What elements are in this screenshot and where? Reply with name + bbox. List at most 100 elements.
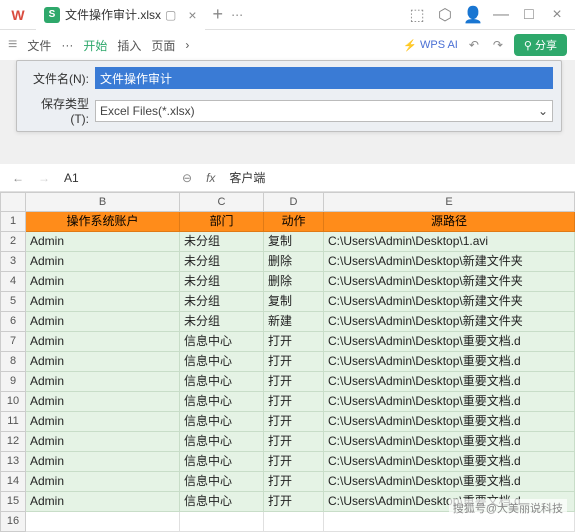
cell-account[interactable]: Admin xyxy=(26,272,180,292)
new-tab-button[interactable]: + xyxy=(213,4,224,25)
cell-dept[interactable]: 信息中心 xyxy=(180,492,264,512)
cube-icon[interactable]: ⬡ xyxy=(437,7,453,23)
row-number[interactable]: 13 xyxy=(0,452,26,472)
document-tab[interactable]: S 文件操作审计.xlsx ▢ × xyxy=(36,0,205,30)
cell-action[interactable]: 打开 xyxy=(264,372,324,392)
cell-dept[interactable]: 信息中心 xyxy=(180,472,264,492)
window-icon[interactable]: ⬚ xyxy=(409,7,425,23)
header-cell[interactable]: 部门 xyxy=(180,212,264,232)
cell-action[interactable]: 复制 xyxy=(264,292,324,312)
header-cell[interactable]: 源路径 xyxy=(324,212,575,232)
cell-path[interactable]: C:\Users\Admin\Desktop\重要文档.d xyxy=(324,392,575,412)
cell-dept[interactable]: 信息中心 xyxy=(180,332,264,352)
filetype-select[interactable]: Excel Files(*.xlsx) ⌄ xyxy=(95,100,553,122)
cell-action[interactable]: 打开 xyxy=(264,352,324,372)
row-number[interactable]: 15 xyxy=(0,492,26,512)
cell-action[interactable]: 打开 xyxy=(264,492,324,512)
cell[interactable] xyxy=(26,512,180,532)
cell-path[interactable]: C:\Users\Admin\Desktop\新建文件夹 xyxy=(324,272,575,292)
menu-file[interactable]: 文件 xyxy=(27,37,51,54)
header-cell[interactable]: 操作系统账户 xyxy=(26,212,180,232)
cell-path[interactable]: C:\Users\Admin\Desktop\重要文档.d xyxy=(324,372,575,392)
cell-account[interactable]: Admin xyxy=(26,432,180,452)
cell-path[interactable]: C:\Users\Admin\Desktop\重要文档.d xyxy=(324,352,575,372)
row-number[interactable]: 14 xyxy=(0,472,26,492)
menu-ellipsis[interactable]: ··· xyxy=(61,38,73,52)
cell[interactable] xyxy=(264,512,324,532)
share-button[interactable]: ⚲ 分享 xyxy=(514,34,567,56)
cell-action[interactable]: 新建 xyxy=(264,312,324,332)
cell-path[interactable]: C:\Users\Admin\Desktop\新建文件夹 xyxy=(324,312,575,332)
row-number[interactable]: 9 xyxy=(0,372,26,392)
cell-account[interactable]: Admin xyxy=(26,232,180,252)
row-number[interactable]: 12 xyxy=(0,432,26,452)
col-header-E[interactable]: E xyxy=(324,192,575,212)
avatar-icon[interactable]: 👤 xyxy=(465,7,481,23)
cell-path[interactable]: C:\Users\Admin\Desktop\新建文件夹 xyxy=(324,252,575,272)
cell-account[interactable]: Admin xyxy=(26,312,180,332)
row-number[interactable]: 4 xyxy=(0,272,26,292)
filename-input[interactable] xyxy=(95,67,553,89)
cell-dept[interactable]: 未分组 xyxy=(180,292,264,312)
cell-dept[interactable]: 信息中心 xyxy=(180,452,264,472)
cell-action[interactable]: 打开 xyxy=(264,392,324,412)
select-all-corner[interactable] xyxy=(0,192,26,212)
row-number[interactable]: 1 xyxy=(0,212,26,232)
cell-account[interactable]: Admin xyxy=(26,252,180,272)
menu-insert[interactable]: 插入 xyxy=(117,37,141,54)
cell-dept[interactable]: 未分组 xyxy=(180,232,264,252)
row-number[interactable]: 8 xyxy=(0,352,26,372)
cell-dept[interactable]: 未分组 xyxy=(180,312,264,332)
menu-more-icon[interactable]: › xyxy=(185,38,189,52)
hamburger-icon[interactable]: ≡ xyxy=(8,36,17,54)
cell-path[interactable]: C:\Users\Admin\Desktop\重要文档.d xyxy=(324,432,575,452)
header-cell[interactable]: 动作 xyxy=(264,212,324,232)
cell-path[interactable]: C:\Users\Admin\Desktop\重要文档.d xyxy=(324,412,575,432)
col-header-C[interactable]: C xyxy=(180,192,264,212)
cell-account[interactable]: Admin xyxy=(26,292,180,312)
cell-path[interactable]: C:\Users\Admin\Desktop\重要文档.d xyxy=(324,452,575,472)
menu-page[interactable]: 页面 xyxy=(151,37,175,54)
cell-account[interactable]: Admin xyxy=(26,372,180,392)
cell-path[interactable]: C:\Users\Admin\Desktop\重要文档.d xyxy=(324,332,575,352)
redo-icon[interactable]: ↷ xyxy=(490,37,506,53)
row-number[interactable]: 2 xyxy=(0,232,26,252)
col-header-B[interactable]: B xyxy=(26,192,180,212)
cell[interactable] xyxy=(180,512,264,532)
cell-account[interactable]: Admin xyxy=(26,492,180,512)
fx-value[interactable]: 客户端 xyxy=(229,169,265,186)
row-number[interactable]: 5 xyxy=(0,292,26,312)
cell-action[interactable]: 打开 xyxy=(264,432,324,452)
cell-action[interactable]: 打开 xyxy=(264,412,324,432)
row-number[interactable]: 11 xyxy=(0,412,26,432)
cell-action[interactable]: 删除 xyxy=(264,272,324,292)
cell-action[interactable]: 打开 xyxy=(264,472,324,492)
wps-ai-button[interactable]: ⚡WPS AI xyxy=(403,39,458,52)
forward-icon[interactable]: → xyxy=(38,171,50,185)
row-number[interactable]: 10 xyxy=(0,392,26,412)
cell-path[interactable]: C:\Users\Admin\Desktop\1.avi xyxy=(324,232,575,252)
cell-dept[interactable]: 信息中心 xyxy=(180,372,264,392)
cell-account[interactable]: Admin xyxy=(26,472,180,492)
cell-action[interactable]: 复制 xyxy=(264,232,324,252)
minimize-icon[interactable]: — xyxy=(493,7,509,23)
maximize-icon[interactable]: □ xyxy=(521,7,537,23)
back-icon[interactable]: ← xyxy=(12,171,24,185)
cell-account[interactable]: Admin xyxy=(26,452,180,472)
undo-icon[interactable]: ↶ xyxy=(466,37,482,53)
cell-action[interactable]: 打开 xyxy=(264,332,324,352)
tab-menu-icon[interactable]: ⋯ xyxy=(231,8,243,22)
cell-dept[interactable]: 信息中心 xyxy=(180,412,264,432)
row-number[interactable]: 6 xyxy=(0,312,26,332)
cell-dept[interactable]: 信息中心 xyxy=(180,352,264,372)
cell-dept[interactable]: 未分组 xyxy=(180,252,264,272)
cell-dept[interactable]: 未分组 xyxy=(180,272,264,292)
cell-path[interactable]: C:\Users\Admin\Desktop\重要文档.d xyxy=(324,472,575,492)
row-number[interactable]: 16 xyxy=(0,512,26,532)
cell-action[interactable]: 删除 xyxy=(264,252,324,272)
row-number[interactable]: 3 xyxy=(0,252,26,272)
close-window-icon[interactable]: × xyxy=(549,7,565,23)
cell-account[interactable]: Admin xyxy=(26,352,180,372)
cell-reference-input[interactable] xyxy=(64,171,114,185)
cell-account[interactable]: Admin xyxy=(26,392,180,412)
